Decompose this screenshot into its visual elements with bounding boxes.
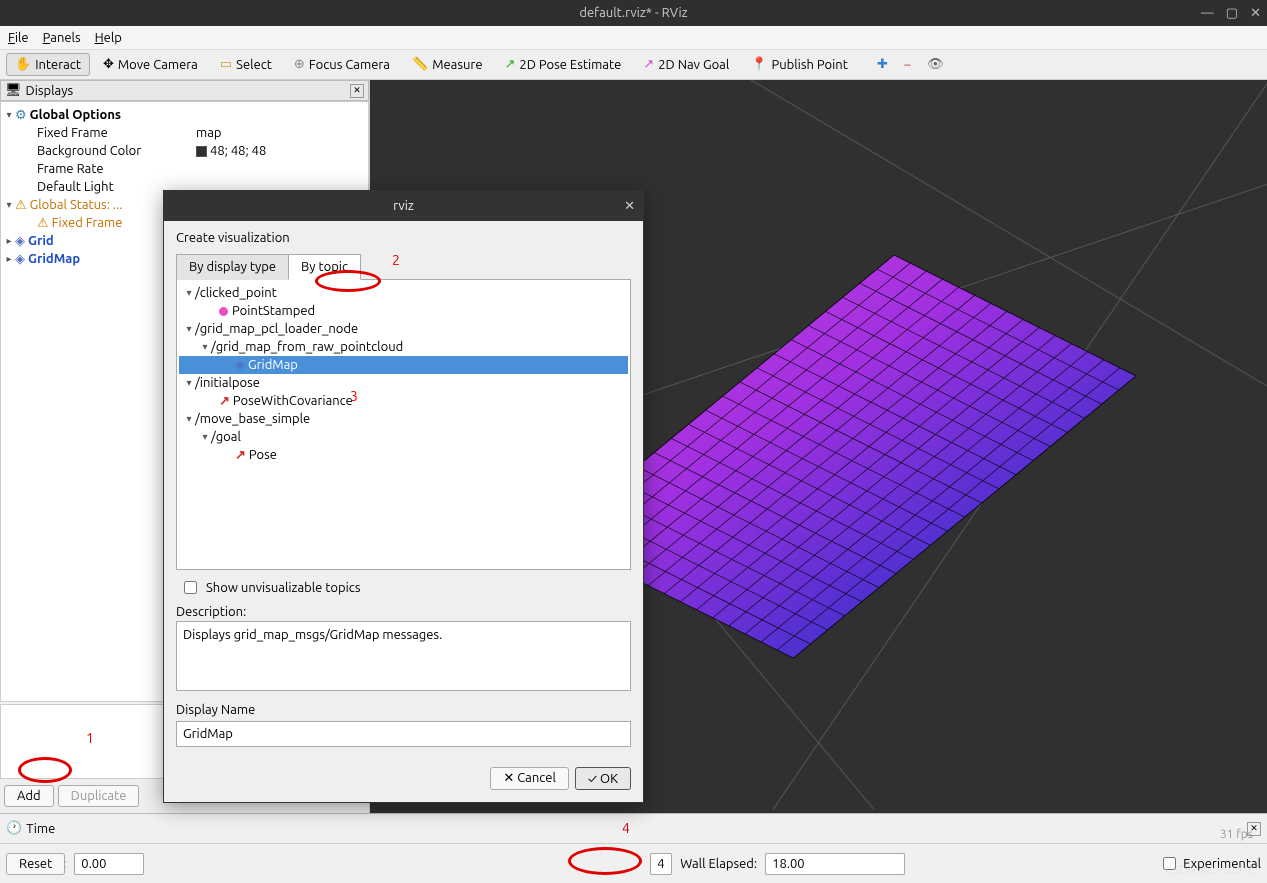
menu-file[interactable]: File [8, 31, 29, 45]
nav-goal-button[interactable]: ↗2D Nav Goal [634, 53, 738, 76]
time-panel: 🕐 Time ✕ [0, 813, 1267, 843]
annotation-1: 1 [86, 730, 94, 746]
publish-point-button[interactable]: 📍Publish Point [742, 53, 857, 76]
arrow-icon: ↗ [505, 57, 516, 72]
annotation-2: 2 [392, 252, 400, 268]
pin-icon: 📍 [751, 57, 767, 72]
wall-elapsed-label: Wall Elapsed: [680, 857, 757, 871]
watermark: CSDN @ZPILOTE [1165, 864, 1255, 877]
eye-icon[interactable]: 👁 [921, 57, 950, 72]
gear-icon: ⚙ [15, 108, 27, 123]
annotation-4: 4 [622, 820, 630, 836]
annotation-3: 3 [350, 388, 358, 404]
topic-tree[interactable]: ▾/clicked_point PointStamped ▾/grid_map_… [176, 280, 631, 570]
plus-icon[interactable]: ✚ [871, 57, 894, 72]
interact-button[interactable]: ✋Interact [6, 53, 90, 76]
dialog-heading: Create visualization [176, 231, 631, 245]
window-title: default.rviz* - RViz [579, 6, 687, 20]
focus-icon: ⊕ [294, 57, 305, 72]
focus-camera-button[interactable]: ⊕Focus Camera [285, 53, 399, 76]
arrow-icon: ↗ [219, 394, 230, 409]
cancel-button[interactable]: ✕ Cancel [490, 767, 569, 790]
ruler-icon: 📏 [412, 57, 428, 72]
select-button[interactable]: ▭Select [211, 53, 281, 76]
close-icon[interactable]: ✕ [1250, 6, 1261, 21]
x-icon: ✕ [503, 771, 517, 785]
status-bar: ROS Time: Wall Elapsed: Experimental [0, 843, 1267, 883]
create-visualization-dialog: rviz ✕ Create visualization By display t… [163, 190, 644, 803]
maximize-icon[interactable]: ▢ [1226, 6, 1238, 21]
ok-button[interactable]: ✓ OK [575, 767, 631, 790]
selected-topic-row[interactable]: ◈GridMap [179, 356, 628, 374]
tab-by-topic[interactable]: By topic [288, 254, 361, 280]
warn-icon: ⚠ [37, 216, 49, 231]
minimize-icon[interactable]: — [1201, 6, 1214, 21]
monitor-icon: 🖥 [5, 83, 22, 98]
hand-icon: ✋ [15, 57, 31, 72]
clock-icon: 🕐 [6, 821, 22, 836]
displays-title: Displays [26, 84, 74, 98]
wall-elapsed-input[interactable] [765, 853, 905, 875]
tab-by-display-type[interactable]: By display type [176, 254, 289, 280]
dialog-titlebar[interactable]: rviz ✕ [164, 191, 643, 221]
warn-icon: ⚠ [15, 198, 27, 213]
window-titlebar: default.rviz* - RViz — ▢ ✕ [0, 0, 1267, 26]
diamond-icon: ◈ [15, 252, 25, 267]
grid-icon: ◈ [15, 234, 25, 249]
arrow-icon: ↗ [643, 57, 654, 72]
select-icon: ▭ [220, 57, 232, 72]
diamond-icon: ◈ [235, 358, 245, 373]
duplicate-button[interactable]: Duplicate [58, 785, 140, 807]
dialog-close-icon[interactable]: ✕ [624, 199, 635, 214]
check-icon: ✓ [588, 772, 600, 786]
pose-estimate-button[interactable]: ↗2D Pose Estimate [496, 53, 631, 76]
move-icon: ✥ [103, 57, 114, 72]
toolbar: ✋Interact ✥Move Camera ▭Select ⊕Focus Ca… [0, 50, 1267, 80]
display-name-label: Display Name [176, 703, 631, 717]
point-icon [219, 307, 228, 316]
description-box: Displays grid_map_msgs/GridMap messages. [176, 621, 631, 691]
measure-button[interactable]: 📏Measure [403, 53, 492, 76]
show-unvisualizable-checkbox[interactable]: Show unvisualizable topics [176, 570, 631, 605]
ros-time-input[interactable] [74, 853, 144, 875]
arrow-icon: ↗ [235, 448, 246, 463]
menu-panels[interactable]: Panels [43, 31, 81, 45]
reset-button[interactable]: Reset [6, 853, 65, 875]
menu-help[interactable]: Help [95, 31, 122, 45]
fps-label: 31 fps [1220, 828, 1253, 841]
panel-close-icon[interactable]: ✕ [350, 84, 364, 98]
add-button[interactable]: Add [4, 785, 54, 807]
display-name-input[interactable] [176, 721, 631, 747]
move-camera-button[interactable]: ✥Move Camera [94, 53, 207, 76]
menubar: File Panels Help [0, 26, 1267, 50]
description-label: Description: [176, 605, 631, 619]
minus-icon[interactable]: − [898, 58, 917, 72]
unknown-field[interactable] [650, 853, 672, 875]
time-title: Time [26, 822, 55, 836]
